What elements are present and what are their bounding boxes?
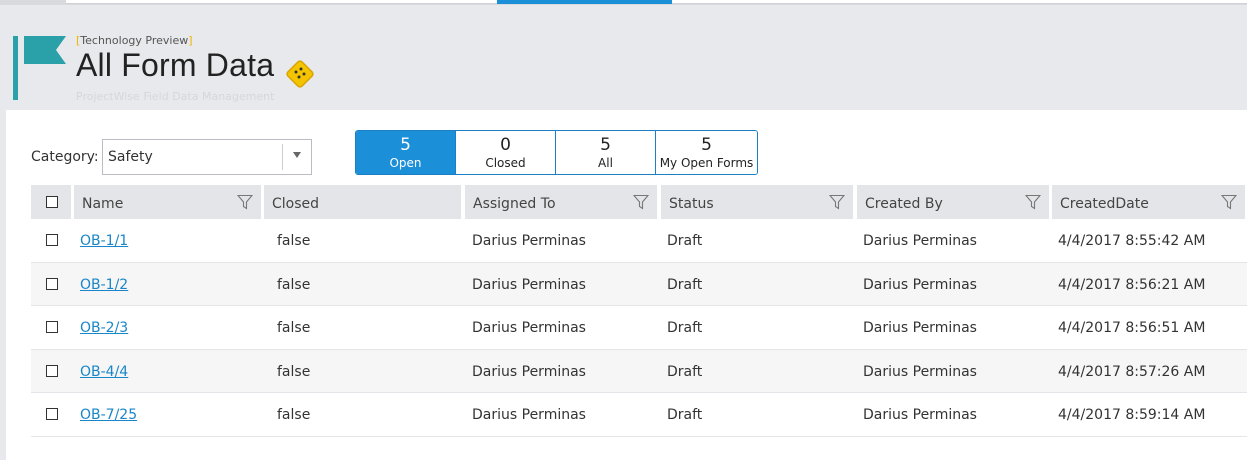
category-label: Category: [31,149,99,165]
column-header-name[interactable]: Name [74,185,261,219]
filter-count: 5 [701,135,712,155]
category-select-value: Safety [108,149,153,165]
form-link[interactable]: OB-2/3 [80,320,128,336]
cell-status: Draft [667,276,703,293]
cell-closed: false [277,407,311,423]
cell-created-by: Darius Perminas [863,320,977,336]
technology-preview-tag: [Technology Preview] [76,34,193,47]
column-header-assigned-to[interactable]: Assigned To [465,185,657,219]
cell-closed: false [277,276,311,293]
cell-assigned-to: Darius Perminas [472,320,586,336]
page-subtitle: ProjectWise Field Data Management [76,90,275,103]
filter-icon[interactable] [633,194,649,210]
form-data-table: Name Closed Assigned To Status Created B… [31,185,1247,437]
cell-assigned-to: Darius Perminas [472,233,586,249]
filter-count: 0 [500,135,511,155]
row-checkbox[interactable] [46,234,58,246]
column-header-label: Created By [865,196,943,212]
table-row[interactable]: OB-2/3 false Darius Perminas Draft Dariu… [31,306,1247,350]
column-header-label: Name [82,196,124,212]
cell-assigned-to: Darius Perminas [472,363,586,380]
cell-created-by: Darius Perminas [863,407,977,423]
column-header-label: Closed [272,196,320,212]
cell-status: Draft [667,363,703,380]
cell-created-date: 4/4/2017 8:55:42 AM [1058,233,1206,249]
cell-assigned-to: Darius Perminas [472,276,586,293]
select-all-checkbox[interactable] [46,196,58,208]
row-checkbox[interactable] [46,364,58,377]
form-link[interactable]: OB-7/25 [80,407,137,423]
select-all-header [31,185,71,219]
cell-closed: false [277,320,311,336]
filter-count: 5 [400,135,411,155]
table-row[interactable]: OB-4/4 false Darius Perminas Draft Dariu… [31,349,1247,393]
page-title: All Form Data [76,47,275,83]
filter-label: All [598,156,613,170]
row-checkbox[interactable] [46,408,58,420]
cell-created-date: 4/4/2017 8:59:14 AM [1058,407,1206,423]
cell-created-by: Darius Perminas [863,363,977,380]
table-header: Name Closed Assigned To Status Created B… [31,185,1247,219]
form-link[interactable]: OB-1/2 [80,277,128,293]
filter-icon[interactable] [237,194,253,210]
cell-created-date: 4/4/2017 8:57:26 AM [1058,363,1206,380]
cell-assigned-to: Darius Perminas [472,407,586,423]
cell-closed: false [277,233,311,249]
filter-icon[interactable] [1221,194,1237,210]
cell-name: OB-1/1 [80,233,128,249]
table-row[interactable]: OB-7/25 false Darius Perminas Draft Dari… [31,393,1247,437]
column-header-status[interactable]: Status [661,185,853,219]
cell-status: Draft [667,320,703,336]
status-filter-tabs: 5 Open 0 Closed 5 All 5 My Open Forms [355,130,758,175]
table-row[interactable]: OB-1/1 false Darius Perminas Draft Dariu… [31,219,1247,263]
filter-icon[interactable] [1025,194,1041,210]
column-header-closed[interactable]: Closed [264,185,461,219]
form-link[interactable]: OB-1/1 [80,233,128,249]
form-link[interactable]: OB-4/4 [80,364,128,380]
cell-created-date: 4/4/2017 8:56:21 AM [1058,276,1206,293]
page-header: [Technology Preview] All Form Data Proje… [0,5,1247,110]
column-header-created-by[interactable]: Created By [857,185,1049,219]
cell-status: Draft [667,233,703,249]
filter-tab-all[interactable]: 5 All [556,131,656,174]
cell-closed: false [277,363,311,380]
category-select[interactable]: Safety [102,139,312,175]
row-checkbox[interactable] [46,277,58,290]
cell-name: OB-7/25 [80,407,137,423]
filter-tab-open[interactable]: 5 Open [356,131,456,174]
cell-created-date: 4/4/2017 8:56:51 AM [1058,320,1206,336]
cell-name: OB-1/2 [80,277,128,293]
cell-created-by: Darius Perminas [863,276,977,293]
select-divider [282,144,283,170]
row-checkbox[interactable] [46,321,58,333]
cell-name: OB-2/3 [80,320,128,336]
cell-created-by: Darius Perminas [863,233,977,249]
column-header-label: Status [669,196,714,212]
filter-tab-my-open-forms[interactable]: 5 My Open Forms [656,131,757,174]
chevron-down-icon[interactable] [293,152,301,158]
filter-label: Open [389,156,422,170]
column-header-label: CreatedDate [1060,196,1149,212]
filter-label: My Open Forms [659,156,754,170]
active-nav-tab-indicator[interactable] [497,0,672,4]
preview-badge-icon [286,60,314,88]
cell-status: Draft [667,407,703,423]
filter-tab-closed[interactable]: 0 Closed [456,131,556,174]
filter-icon[interactable] [829,194,845,210]
flag-icon [13,36,66,100]
filter-count: 5 [600,135,611,155]
table-row[interactable]: OB-1/2 false Darius Perminas Draft Dariu… [31,262,1247,306]
column-header-label: Assigned To [473,196,556,212]
column-header-created-date[interactable]: CreatedDate [1052,185,1245,219]
cell-name: OB-4/4 [80,364,128,380]
filter-label: Closed [485,156,526,170]
